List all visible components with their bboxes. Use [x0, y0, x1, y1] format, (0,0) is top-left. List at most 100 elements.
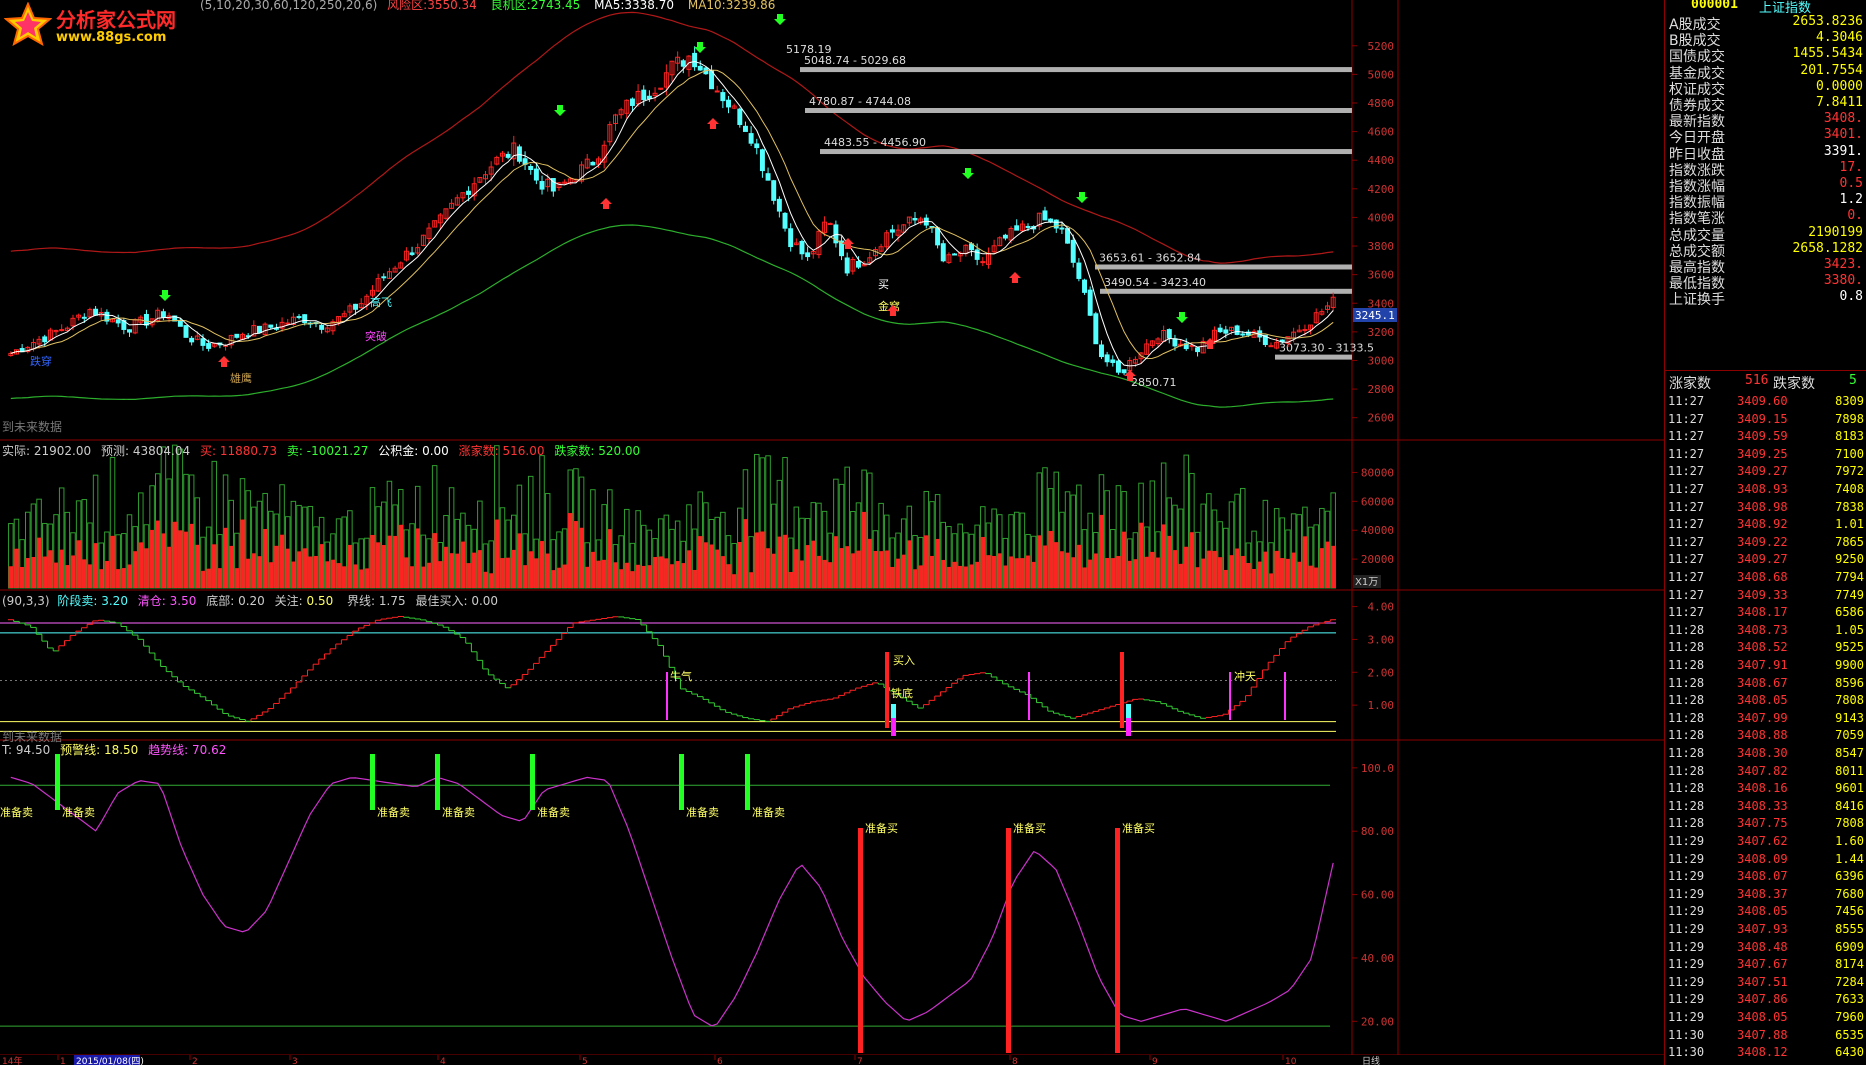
y-tick-label: 4400: [1368, 154, 1395, 167]
sell-arrow-icon: [774, 14, 786, 25]
tick-time: 11:29: [1668, 939, 1705, 954]
candle-body: [93, 308, 99, 316]
volume-buy-bar: [867, 538, 873, 588]
tick-time: 11:27: [1668, 394, 1705, 408]
candle-body: [1223, 329, 1229, 334]
tick-price: 3409.27: [1737, 464, 1788, 479]
tick-volume: 9525: [1835, 640, 1864, 655]
tick-time: 11:28: [1668, 781, 1705, 796]
volume-buy-bar: [110, 535, 115, 588]
volume-buy-bar: [765, 548, 771, 588]
trend-indicator-pane[interactable]: 准备卖 准备卖 准备卖 准备卖 准备卖 准备卖 准备卖准备买 准备买 准备买: [0, 754, 1334, 1053]
tick-row: 11:27 3409.60 8309: [1665, 392, 1866, 410]
volume-buy-bar: [1246, 563, 1251, 588]
candle-body: [856, 261, 861, 268]
volume-buy-bar: [1167, 535, 1172, 588]
buy-arrow-icon: [600, 198, 612, 209]
y-tick-label: 4800: [1368, 97, 1395, 110]
volume-buy-bar: [183, 531, 189, 588]
volume-buy-bar: [291, 561, 296, 588]
quote-row-value: 7.8411: [1816, 95, 1863, 110]
volume-buy-bar: [87, 564, 93, 588]
volume-buy-bar: [1110, 558, 1116, 588]
volume-buy-bar: [76, 540, 81, 588]
watermark-title: 分析家公式网: [56, 8, 176, 32]
volume-buy-bar: [144, 548, 149, 588]
volume-buy-bar: [36, 537, 42, 588]
volume-buy-bar: [268, 562, 274, 588]
volume-buy-bar: [1093, 553, 1099, 588]
tick-row: 11:27 3409.59 8183: [1665, 427, 1866, 445]
tick-price: 3409.25: [1737, 446, 1788, 461]
tick-row: 11:30 3408.12 6430: [1665, 1043, 1866, 1061]
volume-buy-bar: [189, 523, 194, 588]
volume-buy-bar: [341, 566, 347, 588]
tick-price: 3408.52: [1737, 640, 1788, 655]
volume-buy-bar: [963, 566, 969, 588]
main-price-pane[interactable]: 5178.195048.74 - 5029.684780.87 - 4744.0…: [8, 11, 1397, 408]
tick-volume: 7972: [1835, 464, 1864, 479]
x-tick-label: 10: [1285, 1057, 1297, 1065]
buy-arrow-icon: [707, 118, 719, 129]
tick-row: 11:27 3409.33 7749: [1665, 586, 1866, 604]
candle-body: [1087, 289, 1093, 316]
vol-y-tick-label: 60000: [1361, 495, 1394, 508]
tick-row: 11:29 3408.05 7456: [1665, 902, 1866, 920]
volume-buy-bar: [1065, 552, 1070, 588]
volume-buy-bar: [488, 573, 494, 588]
volume-buy-bar: [980, 536, 986, 588]
volume-buy-bar: [861, 511, 867, 588]
volume-buy-bar: [14, 548, 19, 588]
surge-signal-bar: [666, 672, 668, 720]
volume-buy-bar: [952, 561, 957, 588]
quote-panel[interactable]: 000001 上证指数 A股成交 2653.8236 B股成交 4.3046 国债成交 1…: [1664, 0, 1866, 1065]
vol-up-label: 涨家数:: [458, 444, 499, 458]
volume-buy-bar: [974, 561, 980, 588]
candle-body: [935, 227, 941, 246]
tick-time: 11:27: [1668, 446, 1705, 461]
ind2-y-tick-label: 100.0: [1361, 762, 1394, 775]
tick-row: 11:27 3409.27 7972: [1665, 462, 1866, 480]
volume-buy-bar: [223, 527, 228, 588]
volume-buy-bar: [924, 535, 929, 588]
volume-pane[interactable]: [8, 444, 1336, 589]
candle-body: [1234, 325, 1240, 335]
kline-chart-area[interactable]: 5178.195048.74 - 5029.684780.87 - 4744.0…: [0, 0, 1866, 1065]
tick-price: 3407.75: [1737, 816, 1788, 831]
tick-time: 11:29: [1668, 886, 1705, 901]
volume-buy-bar: [1150, 551, 1155, 588]
volume-buy-bar: [822, 559, 827, 588]
x-tick-label: 1: [60, 1057, 66, 1065]
quote-row-value: 0.5: [1839, 176, 1863, 191]
vol-unit-label: X1万: [1355, 577, 1378, 588]
volume-buy-bar: [234, 568, 240, 588]
tick-price: 3408.93: [1737, 482, 1788, 496]
tick-price: 3409.60: [1737, 394, 1788, 408]
stage-indicator-pane[interactable]: 牛气 买入铁底 冲天: [0, 615, 1336, 736]
volume-buy-bar: [1280, 558, 1285, 588]
x-tick-label: 3: [292, 1057, 298, 1065]
y-tick-label: 5000: [1368, 68, 1395, 81]
candle-body: [1099, 344, 1104, 358]
tick-price: 3407.62: [1737, 834, 1788, 848]
volume-buy-bar: [1155, 557, 1161, 588]
volume-buy-bar: [596, 560, 601, 588]
volume-buy-bar: [811, 540, 816, 588]
volume-buy-bar: [884, 550, 890, 588]
stage-signal-label: 铁底: [891, 686, 913, 700]
candle-body: [912, 217, 918, 221]
volume-buy-bar: [1268, 573, 1274, 588]
volume-buy-bar: [454, 553, 460, 588]
tick-row: 11:27 3409.15 7898: [1665, 410, 1866, 428]
tick-price: 3408.67: [1737, 675, 1788, 690]
volume-buy-bar: [262, 528, 268, 588]
buy-ready-bar: [858, 828, 863, 1053]
volume-buy-bar: [1059, 551, 1065, 588]
candle-body: [81, 316, 87, 319]
tick-price: 3408.68: [1737, 570, 1788, 584]
x-tick-label: 9: [1152, 1057, 1158, 1065]
range-bar: [800, 67, 1352, 73]
tick-row: 11:29 3408.07 6396: [1665, 867, 1866, 885]
candle-body: [127, 329, 132, 333]
signal-label: 买: [878, 278, 889, 291]
